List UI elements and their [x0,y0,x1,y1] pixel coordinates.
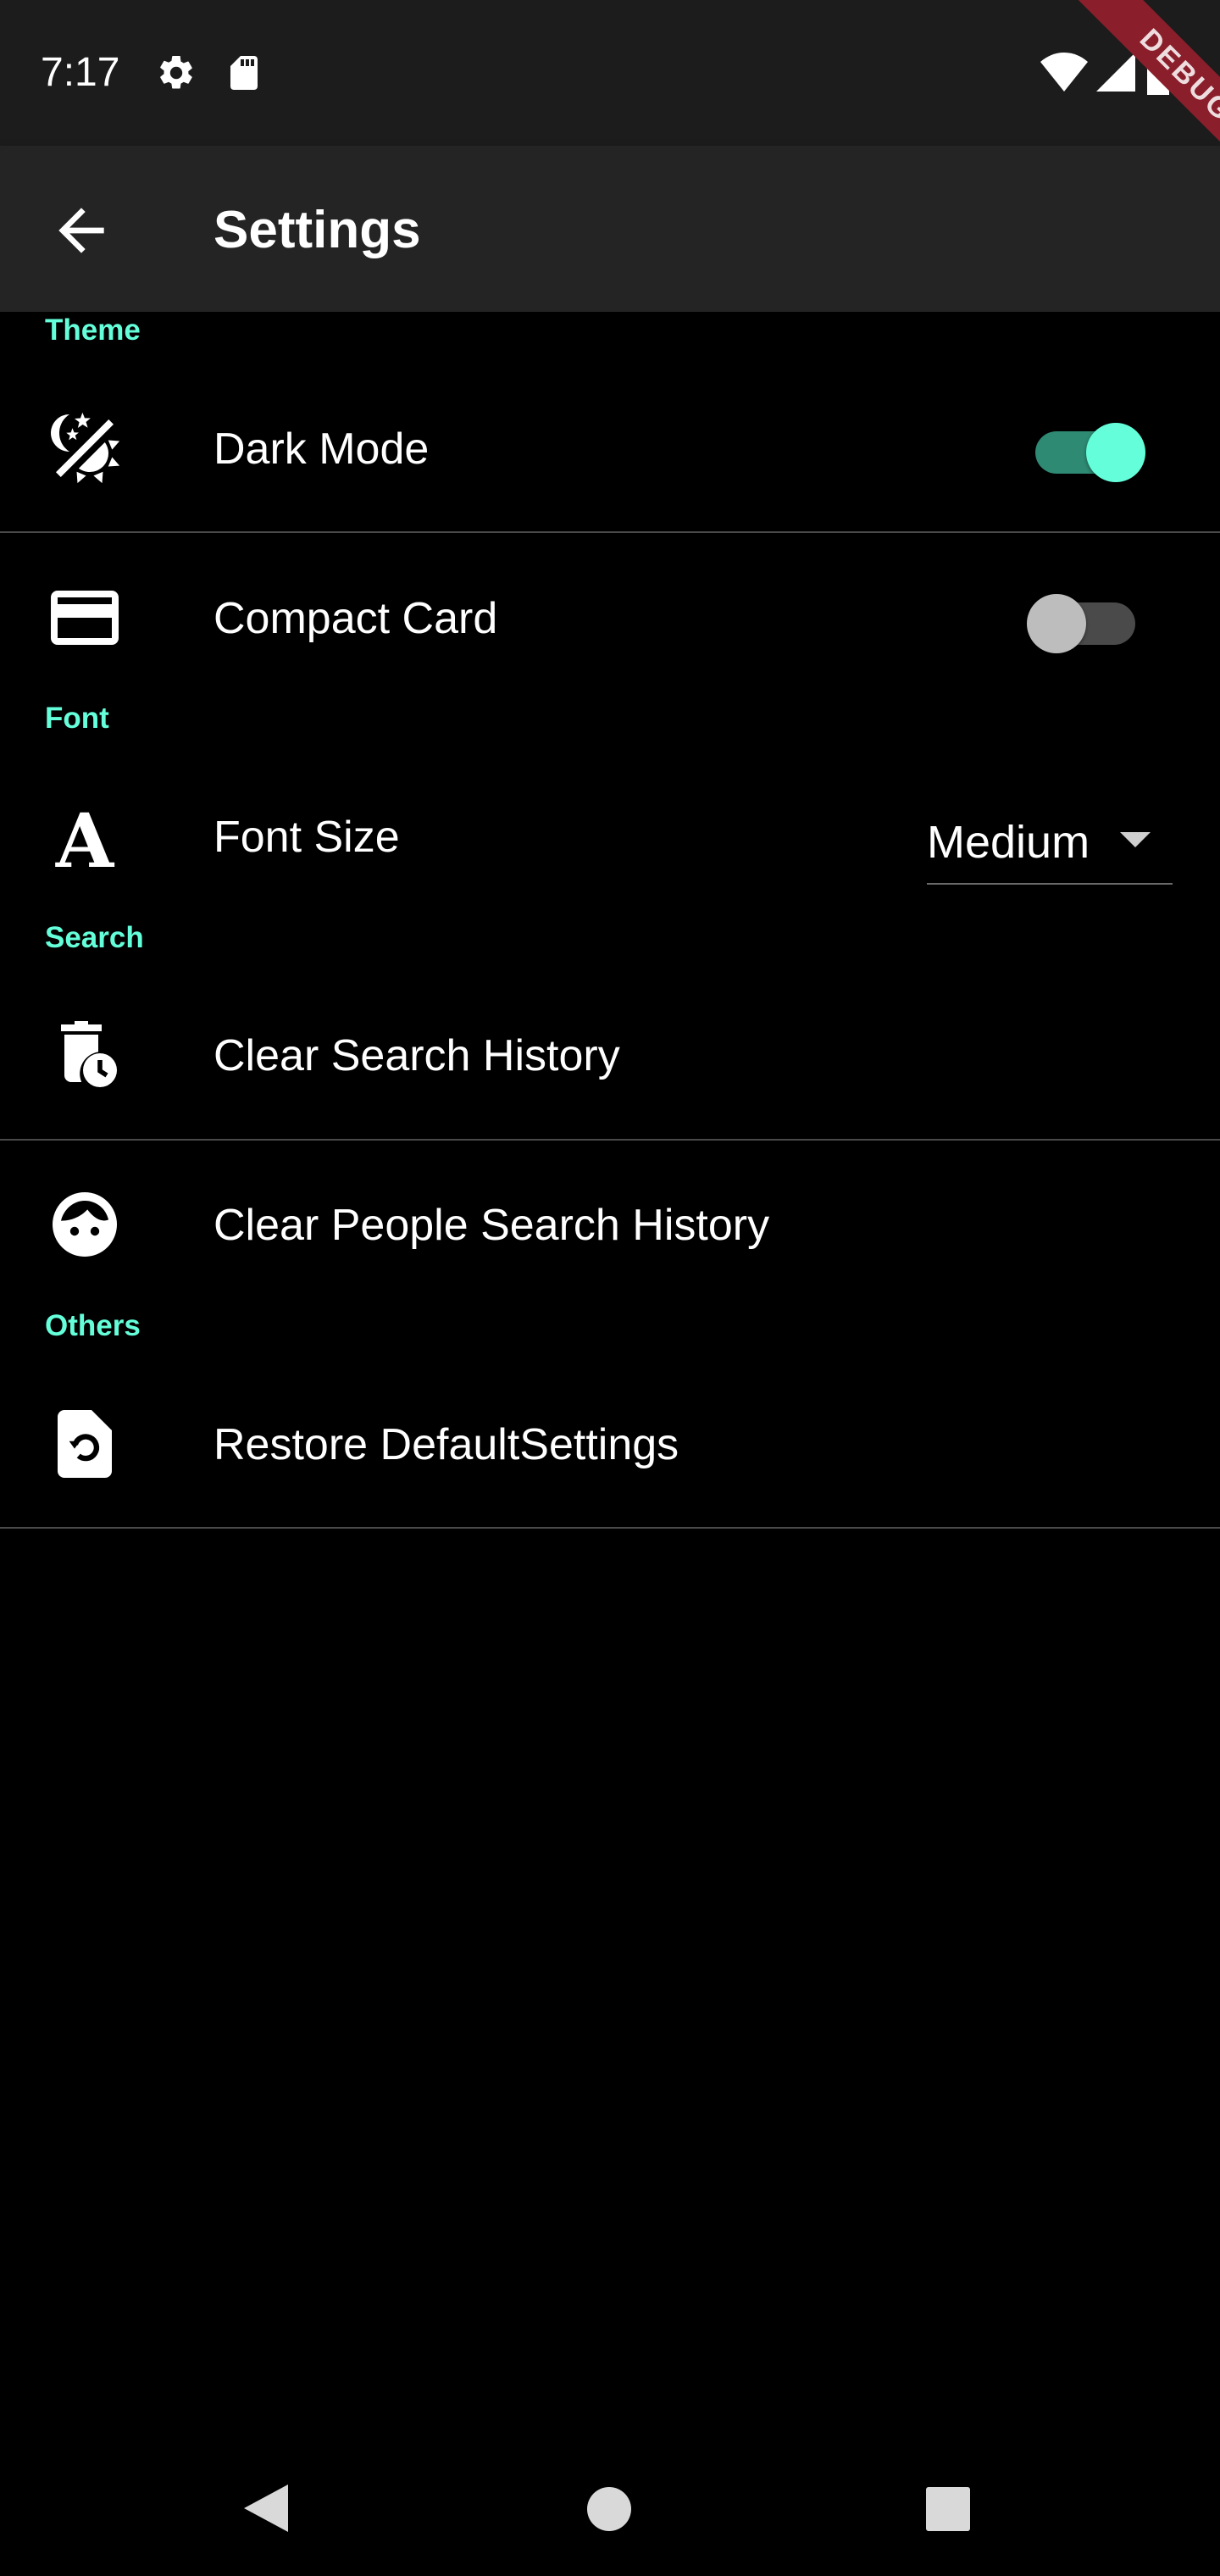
divider [0,531,1220,533]
setting-row-clear-search-history[interactable]: Clear Search History [0,991,1220,1119]
compact-card-toggle[interactable] [1027,580,1145,656]
nav-back-icon[interactable] [241,2481,291,2535]
setting-label: Dark Mode [214,425,430,474]
svg-text:A: A [55,797,115,877]
status-time: 7:17 [41,50,120,95]
divider [0,1139,1220,1141]
dropdown-value: Medium [927,817,1090,868]
setting-row-font-size[interactable]: A Font Size Medium [0,773,1220,900]
setting-label: Clear Search History [214,1031,620,1080]
section-header-search: Search [45,921,144,954]
page-title: Settings [214,201,421,259]
setting-row-compact-card[interactable]: Compact Card [0,554,1220,681]
toggle-thumb [1086,423,1145,482]
nav-recents-icon[interactable] [925,2486,971,2532]
section-header-theme: Theme [45,314,141,347]
divider [0,1527,1220,1529]
file-restore-icon [44,1403,125,1485]
setting-row-dark-mode[interactable]: Dark Mode [0,385,1220,512]
theme-light-dark-icon [44,408,125,489]
format-font-icon: A [44,796,125,885]
chevron-down-icon [1120,832,1151,847]
credit-card-icon [44,577,125,658]
gear-icon [156,53,197,93]
setting-label: Compact Card [214,594,498,643]
app-bar: Settings [0,146,1220,312]
section-header-others: Others [45,1309,141,1342]
delete-clock-icon [44,1014,125,1096]
setting-label: Restore DefaultSettings [214,1420,679,1469]
toggle-thumb [1027,594,1086,653]
font-size-dropdown[interactable]: Medium [927,798,1173,885]
dark-mode-toggle[interactable] [1027,408,1145,485]
sd-card-icon [224,53,264,93]
section-header-font: Font [45,702,109,735]
system-navigation-bar [0,2427,1220,2576]
arrow-back-icon[interactable] [47,197,115,264]
setting-label: Font Size [214,813,400,862]
nav-home-icon[interactable] [586,2486,632,2532]
setting-label: Clear People Search History [214,1201,770,1250]
setting-row-restore-defaults[interactable]: Restore DefaultSettings [0,1380,1220,1507]
setting-row-clear-people-search-history[interactable]: Clear People Search History [0,1161,1220,1288]
face-icon [44,1184,125,1265]
